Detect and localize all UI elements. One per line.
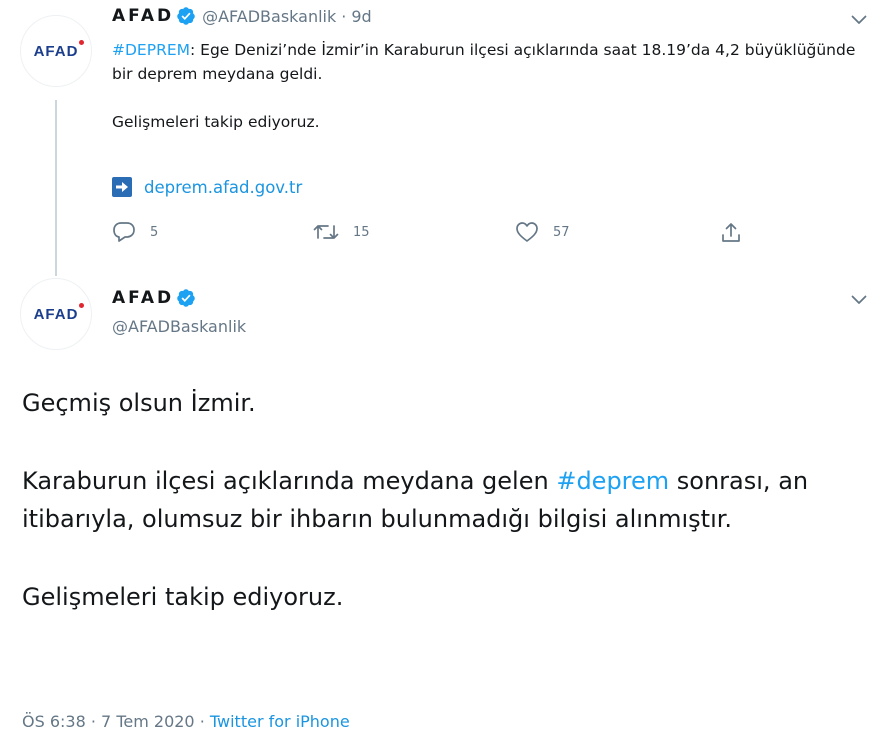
tweet1-header: AFAD @AFADBaskanlik · 9d [112, 6, 372, 26]
share-button[interactable] [719, 221, 757, 245]
retweet-button[interactable]: 15 [313, 221, 370, 243]
tweet2-para2: Karaburun ilçesi açıklarında meydana gel… [22, 467, 809, 533]
reply-button[interactable]: 5 [112, 221, 158, 243]
like-icon [516, 222, 538, 242]
tweet1-followup: Gelişmeleri takip ediyoruz. [112, 113, 320, 131]
logo-dot [79, 39, 85, 45]
avatar[interactable]: AFAD [20, 15, 92, 87]
verified-badge-icon [176, 288, 196, 308]
avatar[interactable]: AFAD [20, 278, 92, 350]
reply-icon [113, 222, 135, 242]
tweet-source[interactable]: Twitter for iPhone [210, 712, 350, 731]
separator: · [90, 712, 96, 731]
link-url[interactable]: deprem.afad.gov.tr [144, 178, 302, 197]
afad-logo: AFAD [34, 302, 85, 323]
verified-badge-icon [176, 6, 196, 26]
author-name[interactable]: AFAD [112, 6, 174, 26]
retweet-icon [313, 225, 339, 239]
tweet-date[interactable]: 7 Tem 2020 [101, 712, 195, 731]
chevron-down-icon[interactable] [848, 289, 870, 311]
share-icon [722, 223, 740, 242]
author-handle[interactable]: @AFADBaskanlik [202, 7, 336, 26]
thread-line [55, 100, 57, 276]
tweet2-header: AFAD [112, 288, 196, 308]
hashtag-link[interactable]: #DEPREM [112, 41, 190, 59]
link-arrow-icon [112, 177, 132, 197]
tweet-time[interactable]: 9d [351, 7, 371, 26]
tweet1-body: : Ege Denizi’nde İzmir’in Karaburun ilçe… [112, 41, 856, 83]
afad-logo: AFAD [34, 39, 85, 60]
tweet1-text: #DEPREM: Ege Denizi’nde İzmir’in Karabur… [112, 38, 862, 134]
separator: · [199, 712, 205, 731]
tweet2-para3: Gelişmeleri takip ediyoruz. [22, 583, 344, 611]
chevron-down-icon[interactable] [848, 9, 870, 31]
like-count: 57 [553, 224, 570, 240]
external-link[interactable]: deprem.afad.gov.tr [112, 177, 302, 197]
tweet2-para1: Geçmiş olsun İzmir. [22, 389, 256, 417]
reply-count: 5 [150, 224, 159, 240]
retweet-count: 15 [353, 224, 370, 240]
logo-dot [79, 302, 85, 308]
tweet-meta: ÖS 6:38 · 7 Tem 2020 · Twitter for iPhon… [22, 712, 350, 731]
like-button[interactable]: 57 [515, 221, 570, 243]
tweet2-text: Geçmiş olsun İzmir. Karaburun ilçesi açı… [22, 384, 852, 616]
tweet-time[interactable]: ÖS 6:38 [22, 712, 86, 731]
hashtag-link[interactable]: #deprem [556, 467, 669, 495]
author-handle[interactable]: @AFADBaskanlik [112, 317, 246, 336]
separator: · [341, 6, 347, 26]
author-name[interactable]: AFAD [112, 288, 174, 308]
